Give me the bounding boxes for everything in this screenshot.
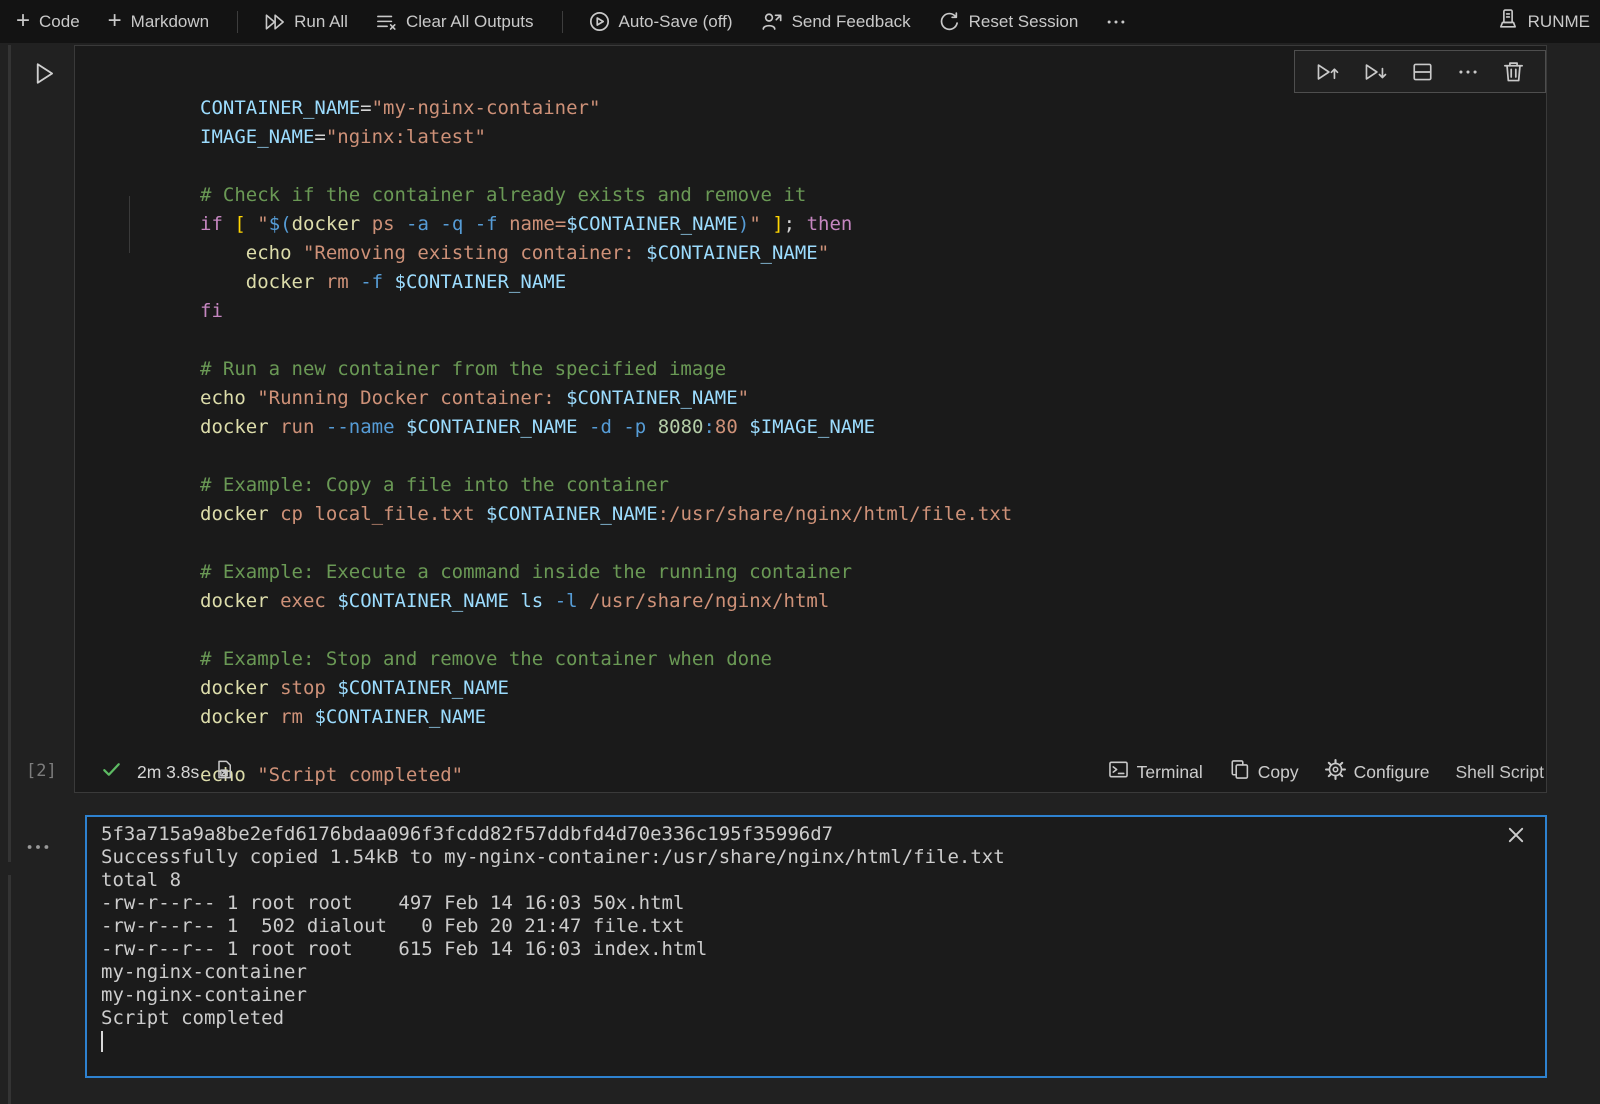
toolbar-separator [237, 11, 238, 33]
run-all-label: Run All [294, 12, 348, 32]
terminal-icon [1108, 759, 1129, 785]
plus-icon: + [108, 9, 122, 33]
gear-icon [1325, 759, 1346, 785]
notebook-toolbar: + Code + Markdown Run All Clear All Outp… [0, 0, 1600, 43]
clear-outputs-icon [376, 12, 397, 32]
language-picker[interactable]: Shell Script [1455, 762, 1544, 783]
run-cell-button[interactable] [31, 60, 58, 92]
export-output-icon[interactable] [214, 759, 234, 785]
auto-save-toggle[interactable]: Auto-Save (off) [589, 11, 733, 32]
terminal-action[interactable]: Terminal [1108, 759, 1203, 785]
output-menu-button[interactable] [26, 840, 50, 858]
runme-brand[interactable]: RUNME [1497, 7, 1590, 36]
reset-session-label: Reset Session [969, 12, 1079, 32]
indent-guide [129, 196, 130, 253]
reset-icon [939, 11, 960, 32]
run-all-button[interactable]: Run All [264, 12, 348, 32]
cell-status-bar: 2m 3.8s Terminal [75, 752, 1546, 792]
add-code-label: Code [39, 12, 80, 32]
code-cell[interactable]: CONTAINER_NAME="my-nginx-container"IMAGE… [74, 45, 1547, 793]
configure-action[interactable]: Configure [1325, 759, 1430, 785]
copy-action[interactable]: Copy [1229, 759, 1299, 785]
close-output-button[interactable] [1505, 824, 1527, 851]
copy-icon [1229, 759, 1250, 785]
terminal-label: Terminal [1137, 762, 1203, 783]
terminal-cursor [101, 1031, 103, 1052]
split-cell-button[interactable] [1411, 61, 1434, 83]
execute-above-button[interactable] [1315, 60, 1340, 84]
delete-cell-button[interactable] [1502, 60, 1525, 83]
configure-label: Configure [1354, 762, 1430, 783]
plus-icon: + [16, 9, 30, 33]
toolbar-separator [562, 11, 563, 33]
output-focus-strip [8, 875, 11, 1104]
output-lines: 5f3a715a9a8be2efd6176bdaa096f3fcdd82f57d… [101, 823, 1005, 1030]
auto-save-label: Auto-Save (off) [619, 12, 733, 32]
add-markdown-button[interactable]: + Markdown [108, 10, 209, 34]
send-feedback-button[interactable]: Send Feedback [761, 11, 911, 32]
toolbar-more-button[interactable] [1106, 13, 1126, 31]
execution-count: [2] [26, 761, 57, 781]
runme-logo-icon [1497, 7, 1519, 36]
cell-more-actions-button[interactable] [1457, 63, 1479, 81]
reset-session-button[interactable]: Reset Session [939, 11, 1079, 32]
cell-toolbar [1294, 50, 1546, 93]
copy-label: Copy [1258, 762, 1299, 783]
send-feedback-label: Send Feedback [792, 12, 911, 32]
runme-label: RUNME [1528, 12, 1590, 32]
cell-output[interactable]: 5f3a715a9a8be2efd6176bdaa096f3fcdd82f57d… [85, 815, 1547, 1078]
feedback-person-icon [761, 11, 783, 32]
auto-save-icon [589, 11, 610, 32]
more-icon [1106, 13, 1126, 31]
clear-all-outputs-button[interactable]: Clear All Outputs [376, 12, 534, 32]
code-editor[interactable]: CONTAINER_NAME="my-nginx-container"IMAGE… [200, 94, 1012, 790]
add-code-button[interactable]: + Code [16, 10, 80, 34]
execution-success-icon [101, 759, 122, 785]
code-lines: CONTAINER_NAME="my-nginx-container"IMAGE… [200, 94, 1012, 790]
execute-below-button[interactable] [1363, 60, 1388, 84]
clear-outputs-label: Clear All Outputs [406, 12, 534, 32]
cell-focus-strip [8, 45, 11, 862]
add-markdown-label: Markdown [131, 12, 209, 32]
run-all-icon [264, 12, 285, 32]
execution-time: 2m 3.8s [137, 762, 199, 783]
